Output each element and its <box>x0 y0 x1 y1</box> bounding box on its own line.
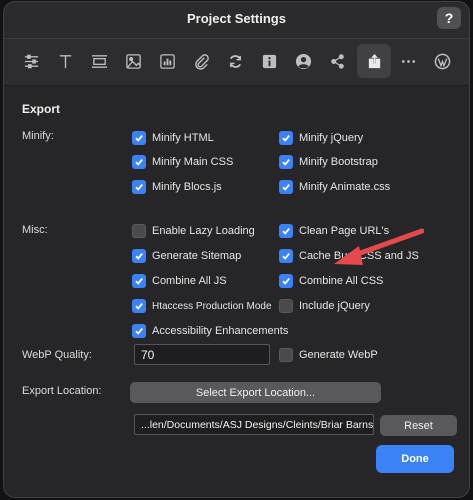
checkbox-label: Minify Blocs.js <box>152 181 222 193</box>
minify-blocs-js-checkbox[interactable]: Minify Blocs.js <box>132 179 222 195</box>
checkmark-icon <box>279 224 293 238</box>
checkbox-box <box>279 348 293 362</box>
checkmark-icon <box>279 180 293 194</box>
minify-bootstrap-checkbox[interactable]: Minify Bootstrap <box>279 154 378 170</box>
combine-all-js-checkbox[interactable]: Combine All JS <box>132 273 227 289</box>
checkmark-icon <box>279 274 293 288</box>
checkbox-label: Minify jQuery <box>299 132 364 144</box>
export-path-field[interactable]: ...len/Documents/ASJ Designs/Cleints/Bri… <box>134 414 374 435</box>
generate-webp-checkbox[interactable]: Generate WebP <box>279 347 378 363</box>
annotation-arrow-icon <box>334 228 424 265</box>
wordpress-icon[interactable] <box>425 44 459 78</box>
checkbox-label: Enable Lazy Loading <box>152 225 255 237</box>
attachment-icon[interactable] <box>184 44 218 78</box>
minify-html-checkbox[interactable]: Minify HTML <box>132 130 214 146</box>
checkbox-label: Combine All CSS <box>299 275 384 287</box>
info-icon[interactable] <box>252 44 286 78</box>
sliders-icon[interactable] <box>14 44 48 78</box>
more-icon[interactable] <box>391 44 425 78</box>
chart-icon[interactable] <box>150 44 184 78</box>
generate-sitemap-checkbox[interactable]: Generate Sitemap <box>132 248 241 264</box>
checkbox-label: Htaccess Production Mode <box>152 300 272 312</box>
section-title-export: Export <box>22 102 61 116</box>
export-location-label: Export Location: <box>22 385 102 397</box>
reset-button[interactable]: Reset <box>380 415 457 436</box>
checkmark-icon <box>132 180 146 194</box>
checkmark-icon <box>132 274 146 288</box>
checkmark-icon <box>132 299 146 313</box>
checkbox-label: Minify HTML <box>152 132 214 144</box>
done-button[interactable]: Done <box>376 445 454 473</box>
image-icon[interactable] <box>116 44 150 78</box>
export-panel: Export Minify: Minify HTML Minify jQuery… <box>4 86 469 497</box>
htaccess-production-mode-checkbox[interactable]: Htaccess Production Mode <box>132 298 272 314</box>
webp-quality-label: WebP Quality: <box>22 349 92 361</box>
dialog-title: Project Settings <box>187 11 286 26</box>
select-export-location-button[interactable]: Select Export Location... <box>130 382 381 403</box>
checkbox-label: Include jQuery <box>299 300 370 312</box>
sync-icon[interactable] <box>218 44 252 78</box>
checkmark-icon <box>132 131 146 145</box>
minify-jquery-checkbox[interactable]: Minify jQuery <box>279 130 363 146</box>
checkbox-label: Combine All JS <box>152 275 227 287</box>
checkbox-box <box>279 299 293 313</box>
checkmark-icon <box>279 131 293 145</box>
export-icon[interactable] <box>357 44 391 78</box>
checkbox-label: Generate WebP <box>299 349 378 361</box>
settings-toolbar <box>4 38 469 86</box>
help-button[interactable]: ? <box>437 7 461 29</box>
checkbox-label: Accessibility Enhancements <box>152 325 289 337</box>
checkbox-label: Minify Bootstrap <box>299 156 378 168</box>
user-icon[interactable] <box>286 44 320 78</box>
checkmark-icon <box>132 155 146 169</box>
project-settings-dialog: Project Settings ? Export Minify: Minify… <box>3 1 470 498</box>
minify-main-css-checkbox[interactable]: Minify Main CSS <box>132 154 233 170</box>
combine-all-css-checkbox[interactable]: Combine All CSS <box>279 273 383 289</box>
webp-quality-input[interactable]: 70 <box>134 344 270 365</box>
checkmark-icon <box>132 249 146 263</box>
title-bar: Project Settings ? <box>4 2 469 36</box>
text-icon[interactable] <box>48 44 82 78</box>
include-jquery-checkbox[interactable]: Include jQuery <box>279 298 370 314</box>
minify-label: Minify: <box>22 130 54 142</box>
checkbox-box <box>132 224 146 238</box>
checkbox-label: Minify Main CSS <box>152 156 234 168</box>
enable-lazy-loading-checkbox[interactable]: Enable Lazy Loading <box>132 223 255 239</box>
accessibility-enhancements-checkbox[interactable]: Accessibility Enhancements <box>132 323 288 339</box>
checkbox-label: Generate Sitemap <box>152 250 242 262</box>
share-icon[interactable] <box>320 44 354 78</box>
minify-animate-css-checkbox[interactable]: Minify Animate.css <box>279 179 390 195</box>
checkbox-label: Minify Animate.css <box>299 181 391 193</box>
layout-icon[interactable] <box>82 44 116 78</box>
checkmark-icon <box>279 155 293 169</box>
checkmark-icon <box>132 324 146 338</box>
checkmark-icon <box>279 249 293 263</box>
misc-label: Misc: <box>22 224 48 236</box>
